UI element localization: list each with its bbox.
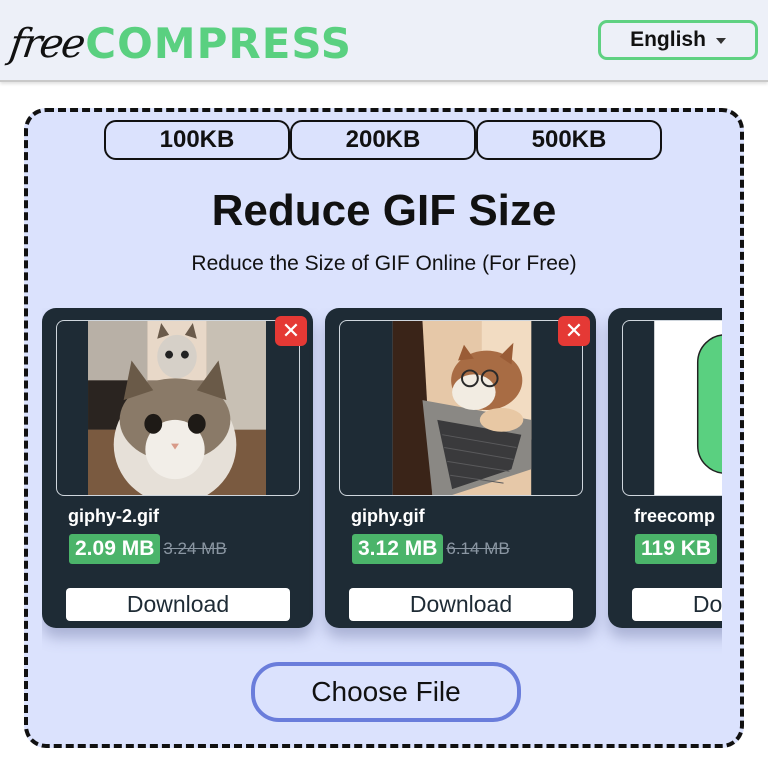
file-cards-carousel[interactable]: giphy-2.gif 2.09 MB 3.24 MB Download ✕ g… — [42, 308, 722, 654]
file-size-info: 119 KB — [635, 534, 720, 564]
file-card: giphy.gif 3.12 MB 6.14 MB Download ✕ — [325, 308, 596, 628]
compressed-size-badge: 119 KB — [635, 534, 718, 564]
file-name: giphy-2.gif — [68, 506, 159, 526]
file-card: giphy-2.gif 2.09 MB 3.24 MB Download ✕ — [42, 308, 313, 628]
download-button[interactable]: Download — [632, 588, 722, 621]
upload-dropzone[interactable]: 100KB 200KB 500KB Reduce GIF Size Reduce… — [24, 108, 744, 748]
site-header: free COMPRESS English — [0, 0, 768, 82]
download-button[interactable]: Download — [349, 588, 573, 621]
file-card: freecomp 119 KB Download ✕ — [608, 308, 722, 628]
file-thumbnail — [56, 320, 300, 496]
choose-file-button[interactable]: Choose File — [251, 662, 521, 722]
language-select[interactable]: English — [598, 20, 758, 60]
file-size-info: 3.12 MB 6.14 MB — [352, 534, 510, 564]
compressed-size-badge: 2.09 MB — [69, 534, 161, 564]
page-subtitle: Reduce the Size of GIF Online (For Free) — [191, 252, 577, 275]
size-preset-tabs: 100KB 200KB 500KB — [104, 120, 662, 160]
remove-file-button[interactable]: ✕ — [558, 316, 590, 346]
logo-free-text: free — [6, 21, 87, 67]
green-shape-image — [654, 321, 722, 495]
caret-down-icon — [715, 38, 726, 44]
logo-compress-text: COMPRESS — [85, 19, 353, 68]
compressed-size-badge: 3.12 MB — [352, 534, 444, 564]
file-size-info: 2.09 MB 3.24 MB — [69, 534, 227, 564]
logo[interactable]: free COMPRESS — [7, 10, 353, 70]
original-size: 6.14 MB — [446, 539, 510, 558]
size-preset-100kb[interactable]: 100KB — [104, 120, 290, 160]
size-preset-200kb[interactable]: 200KB — [290, 120, 476, 160]
remove-file-button[interactable]: ✕ — [275, 316, 307, 346]
cat-with-glasses-image — [392, 321, 532, 495]
page-title: Reduce GIF Size — [211, 186, 557, 235]
language-selected: English — [630, 28, 706, 51]
file-name: giphy.gif — [351, 506, 425, 526]
download-button[interactable]: Download — [66, 588, 290, 621]
file-thumbnail — [622, 320, 722, 496]
original-size: 3.24 MB — [163, 539, 227, 558]
size-preset-500kb[interactable]: 500KB — [476, 120, 662, 160]
cats-staring-image — [88, 321, 266, 495]
file-thumbnail — [339, 320, 583, 496]
file-name: freecomp — [634, 506, 716, 526]
